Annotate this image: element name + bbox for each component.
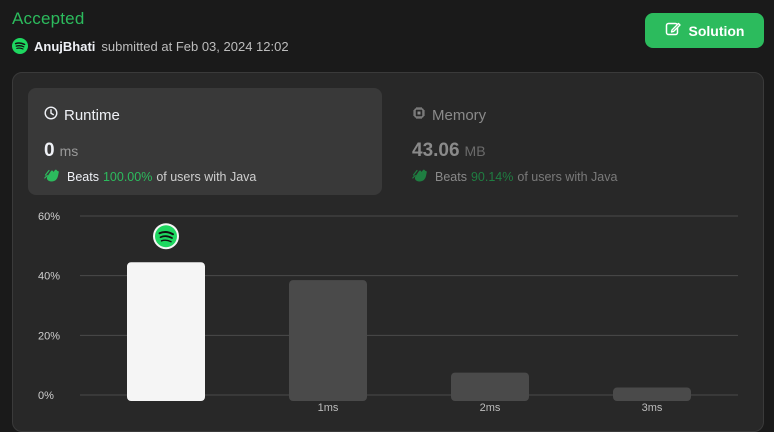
- bar-selected[interactable]: [127, 262, 205, 401]
- x-tick-label: 2ms: [480, 402, 501, 411]
- user-avatar-marker-icon[interactable]: [153, 223, 179, 250]
- y-tick-label: 20%: [38, 330, 60, 342]
- y-tick-label: 40%: [38, 271, 60, 283]
- bar[interactable]: [451, 372, 529, 401]
- y-tick-label: 0%: [38, 390, 54, 402]
- x-tick-label: 1ms: [318, 402, 339, 411]
- bar[interactable]: [613, 387, 691, 401]
- runtime-distribution-chart: 0% 20% 40% 60% 1ms 2ms 3ms: [38, 211, 738, 411]
- x-tick-label: 3ms: [642, 402, 663, 411]
- bar[interactable]: [289, 280, 367, 401]
- y-tick-label: 60%: [38, 211, 60, 223]
